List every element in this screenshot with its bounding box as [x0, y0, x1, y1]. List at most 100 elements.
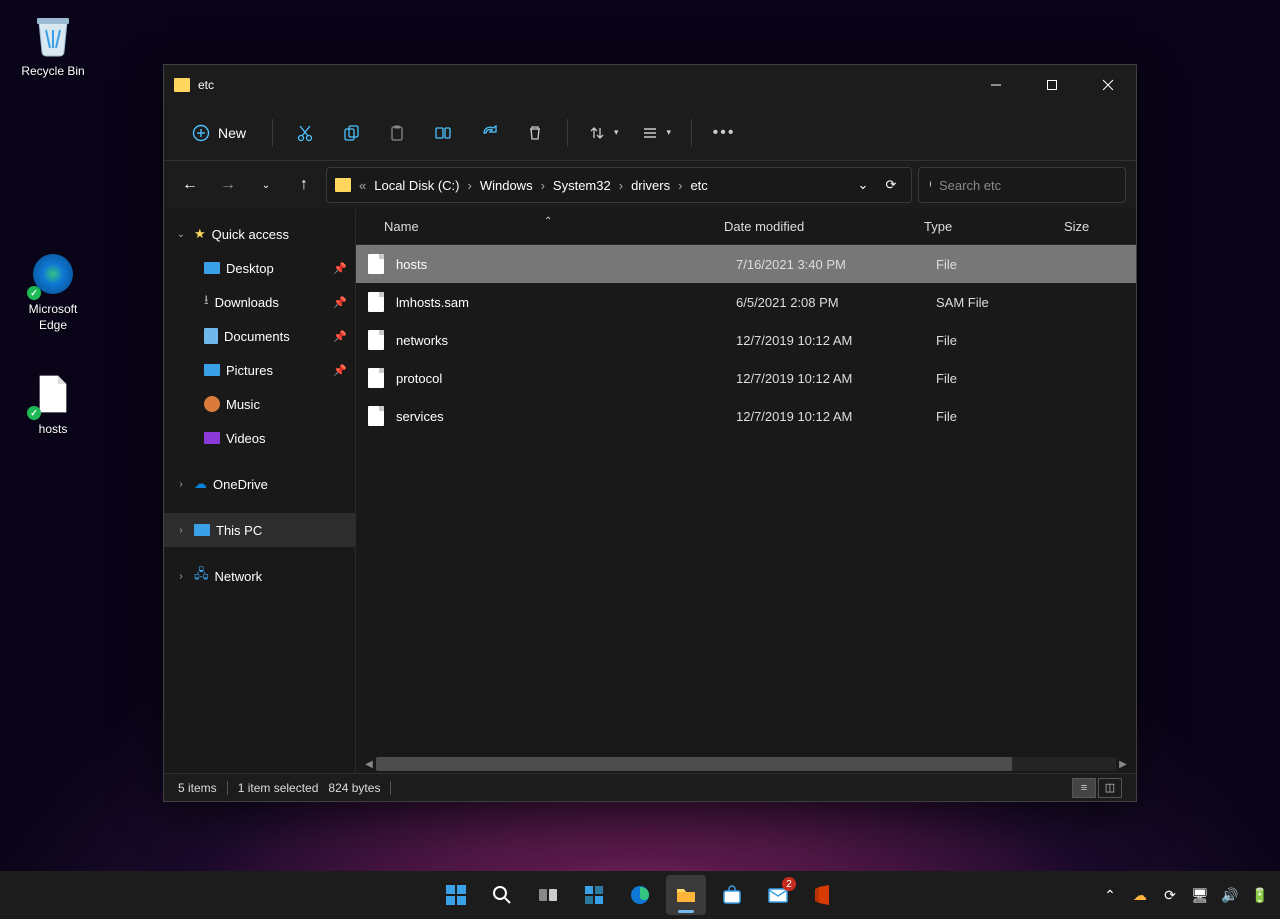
windows-icon [445, 884, 467, 906]
file-type: File [936, 257, 1076, 272]
file-type: File [936, 371, 1076, 386]
tray-sync-icon[interactable]: ⟳ [1160, 885, 1180, 905]
new-button[interactable]: New [178, 115, 260, 151]
breadcrumb-segment[interactable]: System32 [549, 178, 615, 193]
rename-icon [434, 124, 452, 142]
sidebar-network[interactable]: ›🖧Network [164, 559, 355, 593]
taskbar-office[interactable] [804, 875, 844, 915]
more-button[interactable]: ••• [704, 115, 744, 151]
file-icon [29, 370, 77, 418]
sidebar-item-desktop[interactable]: Desktop📌 [164, 251, 355, 285]
pc-icon [194, 524, 210, 536]
tray-overflow-button[interactable]: ⌃ [1100, 885, 1120, 905]
share-icon [480, 124, 498, 142]
copy-icon [342, 124, 360, 142]
taskbar-mail[interactable]: 2 [758, 875, 798, 915]
taskbar: 2 ⌃ ☁ ⟳ 🖥 🔊 🔋 [0, 871, 1280, 919]
taskbar-edge[interactable] [620, 875, 660, 915]
file-row[interactable]: protocol12/7/2019 10:12 AMFile [356, 359, 1136, 397]
taskbar-widgets[interactable] [574, 875, 614, 915]
status-item-count: 5 items [178, 781, 217, 795]
desktop-icon-label: Recycle Bin [14, 64, 92, 80]
taskview-icon [537, 884, 559, 906]
file-row[interactable]: lmhosts.sam6/5/2021 2:08 PMSAM File [356, 283, 1136, 321]
share-button[interactable] [469, 115, 509, 151]
breadcrumb-segment[interactable]: drivers [627, 178, 674, 193]
chevron-down-icon: ▾ [667, 127, 672, 138]
taskbar-search[interactable] [482, 875, 522, 915]
sidebar-item-documents[interactable]: Documents📌 [164, 319, 355, 353]
back-button[interactable]: ← [174, 169, 206, 201]
column-headers: Name⌃ Date modified Type Size [356, 209, 1136, 245]
horizontal-scrollbar[interactable]: ◀ ▶ [356, 755, 1136, 773]
file-name: lmhosts.sam [396, 295, 736, 310]
minimize-button[interactable] [968, 65, 1024, 105]
search-icon [492, 885, 512, 905]
details-view-button[interactable]: ≡ [1072, 778, 1096, 798]
document-icon [204, 328, 218, 344]
maximize-button[interactable] [1024, 65, 1080, 105]
desktop-icon-edge[interactable]: Microsoft Edge [14, 250, 92, 333]
file-row[interactable]: services12/7/2019 10:12 AMFile [356, 397, 1136, 435]
pin-icon: 📌 [333, 262, 347, 275]
tray-display-icon[interactable]: 🖥 [1190, 885, 1210, 905]
sidebar-quick-access[interactable]: ⌄ ★ Quick access [164, 217, 355, 251]
search-box[interactable] [918, 167, 1126, 203]
up-button[interactable]: ↑ [288, 169, 320, 201]
folder-icon [174, 78, 190, 92]
recycle-bin-icon [29, 12, 77, 60]
address-dropdown-button[interactable]: ⌄ [851, 169, 875, 201]
plus-circle-icon [192, 124, 210, 142]
refresh-button[interactable]: ⟳ [879, 169, 903, 201]
sidebar-item-downloads[interactable]: ⭳Downloads📌 [164, 285, 355, 319]
tray-onedrive-icon[interactable]: ☁ [1130, 885, 1150, 905]
paste-button[interactable] [377, 115, 417, 151]
column-type[interactable]: Type [924, 219, 1064, 234]
column-date[interactable]: Date modified [724, 219, 924, 234]
edge-icon [629, 884, 651, 906]
address-bar[interactable]: « Local Disk (C:)› Windows› System32› dr… [326, 167, 912, 203]
sidebar-onedrive[interactable]: ›☁OneDrive [164, 467, 355, 501]
search-input[interactable] [939, 178, 1115, 193]
videos-icon [204, 432, 220, 444]
desktop-icon-label: Microsoft Edge [14, 302, 92, 333]
icons-view-button[interactable]: ◫ [1098, 778, 1122, 798]
close-button[interactable] [1080, 65, 1136, 105]
sidebar-item-pictures[interactable]: Pictures📌 [164, 353, 355, 387]
music-icon [204, 396, 220, 412]
taskbar-store[interactable] [712, 875, 752, 915]
sidebar: ⌄ ★ Quick access Desktop📌 ⭳Downloads📌 Do… [164, 209, 356, 773]
task-view-button[interactable] [528, 875, 568, 915]
file-row[interactable]: networks12/7/2019 10:12 AMFile [356, 321, 1136, 359]
copy-button[interactable] [331, 115, 371, 151]
taskbar-file-explorer[interactable] [666, 875, 706, 915]
column-size[interactable]: Size [1064, 219, 1089, 234]
column-name[interactable]: Name⌃ [384, 219, 724, 234]
chevron-right-icon: › [174, 525, 188, 536]
sidebar-item-music[interactable]: Music [164, 387, 355, 421]
file-icon [368, 330, 384, 350]
sort-button[interactable]: ▾ [580, 115, 627, 151]
breadcrumb-segment[interactable]: etc [686, 178, 711, 193]
forward-button[interactable]: → [212, 169, 244, 201]
breadcrumb-segment[interactable]: Windows [476, 178, 537, 193]
delete-button[interactable] [515, 115, 555, 151]
sidebar-item-videos[interactable]: Videos [164, 421, 355, 455]
titlebar[interactable]: etc [164, 65, 1136, 105]
desktop-icon-label: hosts [14, 422, 92, 438]
desktop-icon-hosts[interactable]: hosts [14, 370, 92, 438]
sidebar-this-pc[interactable]: ›This PC [164, 513, 355, 547]
tray-volume-icon[interactable]: 🔊 [1220, 885, 1240, 905]
start-button[interactable] [436, 875, 476, 915]
chevron-right-icon: › [174, 571, 188, 582]
tray-battery-icon[interactable]: 🔋 [1250, 885, 1270, 905]
rename-button[interactable] [423, 115, 463, 151]
file-row[interactable]: hosts7/16/2021 3:40 PMFile [356, 245, 1136, 283]
store-icon [721, 884, 743, 906]
window-title: etc [198, 78, 214, 92]
cut-button[interactable] [285, 115, 325, 151]
view-button[interactable]: ▾ [633, 115, 680, 151]
desktop-icon-recycle-bin[interactable]: Recycle Bin [14, 12, 92, 80]
recent-locations-button[interactable]: ⌄ [250, 169, 282, 201]
breadcrumb-segment[interactable]: Local Disk (C:) [370, 178, 463, 193]
